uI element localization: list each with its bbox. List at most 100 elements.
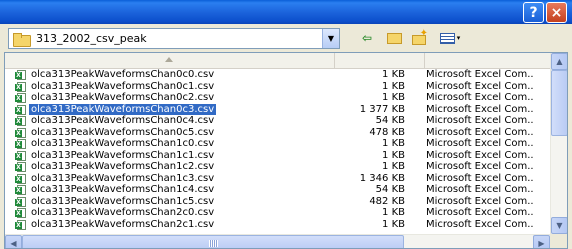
- file-type: Microsoft Excel Com..: [426, 195, 534, 207]
- file-size: 1 KB: [382, 138, 405, 149]
- file-name: olca313PeakWaveformsChan1c5.csv: [31, 195, 215, 207]
- file-name: olca313PeakWaveformsChan1c3.csv: [31, 172, 215, 184]
- file-row[interactable]: Xolca313PeakWaveformsChan1c5.csv 482 KB Mi…: [5, 196, 550, 208]
- file-row[interactable]: Xolca313PeakWaveformsChan1c1.csv 1 KB Micr…: [5, 150, 550, 162]
- excel-csv-icon: X: [15, 185, 26, 195]
- file-name: olca313PeakWaveformsChan0c0.csv: [31, 69, 215, 80]
- file-name: olca313PeakWaveformsChan1c0.csv: [31, 138, 215, 149]
- file-size: 1 KB: [382, 161, 405, 172]
- file-type: Microsoft Excel Com..: [426, 184, 534, 195]
- close-button[interactable]: ×: [546, 2, 567, 23]
- column-size-header[interactable]: [335, 53, 425, 68]
- file-type: Microsoft Excel Com..: [426, 103, 534, 115]
- file-size: 54 KB: [375, 184, 405, 195]
- file-row[interactable]: Xolca313PeakWaveformsChan0c1.csv 1 KB Micr…: [5, 81, 550, 93]
- file-type: Microsoft Excel Com..: [426, 149, 534, 161]
- file-row[interactable]: Xolca313PeakWaveformsChan1c4.csv 54 KB Mic…: [5, 184, 550, 196]
- file-row[interactable]: Xolca313PeakWaveformsChan0c0.csv 1 KB Micr…: [5, 69, 550, 81]
- scroll-up-button[interactable]: ▲: [551, 53, 567, 70]
- excel-csv-icon: X: [15, 127, 26, 138]
- file-name: olca313PeakWaveformsChan1c1.csv: [31, 149, 215, 161]
- file-type: Microsoft Excel Com..: [426, 172, 534, 184]
- file-row[interactable]: Xolca313PeakWaveformsChan1c0.csv 1 KB Micr…: [5, 138, 550, 150]
- file-type: Microsoft Excel Com..: [426, 115, 534, 126]
- views-menu-button[interactable]: ▾: [436, 30, 464, 46]
- grip-icon: [209, 240, 218, 247]
- file-size: 1 KB: [382, 69, 405, 80]
- excel-csv-icon: X: [15, 162, 26, 172]
- file-type: Microsoft Excel Com..: [426, 80, 534, 92]
- horizontal-scrollbar[interactable]: ◀ ▶: [5, 234, 550, 248]
- scroll-left-button[interactable]: ◀: [5, 235, 22, 248]
- look-in-dropdown-button[interactable]: ▼: [322, 29, 339, 48]
- file-name: olca313PeakWaveformsChan0c1.csv: [31, 80, 215, 92]
- horizontal-scroll-thumb[interactable]: [22, 235, 404, 248]
- file-name: olca313PeakWaveformsChan0c3.csv: [29, 103, 217, 115]
- file-type: Microsoft Excel Com..: [426, 218, 534, 230]
- file-row[interactable]: Xolca313PeakWaveformsChan0c3.csv 1 377 KB…: [5, 103, 550, 115]
- look-in-combobox[interactable]: 313_2002_csv_peak ▼: [8, 28, 340, 49]
- file-size: 1 377 KB: [359, 103, 405, 115]
- file-name: olca313PeakWaveformsChan1c2.csv: [31, 161, 215, 172]
- excel-csv-icon: X: [15, 150, 26, 161]
- back-arrow-icon: ⇦: [361, 31, 373, 45]
- excel-csv-icon: X: [15, 81, 26, 92]
- look-in-value: 313_2002_csv_peak: [36, 32, 147, 45]
- folder-icon: [13, 32, 31, 47]
- file-size: 1 346 KB: [359, 172, 405, 184]
- file-size: 1 KB: [382, 149, 405, 161]
- file-type: Microsoft Excel Com..: [426, 126, 534, 138]
- file-type: Microsoft Excel Com..: [426, 92, 534, 103]
- excel-csv-icon: X: [15, 196, 26, 207]
- file-type: Microsoft Excel Com..: [426, 69, 534, 80]
- scrollbar-corner: [550, 234, 567, 248]
- column-header: [5, 53, 550, 69]
- scroll-down-button[interactable]: ▼: [551, 217, 567, 234]
- help-button[interactable]: ?: [523, 2, 544, 23]
- new-folder-button[interactable]: ✦: [410, 28, 428, 46]
- file-list: Xolca313PeakWaveformsChan0c0.csv 1 KB Micr…: [4, 52, 568, 249]
- file-name: olca313PeakWaveformsChan1c4.csv: [31, 184, 215, 195]
- file-rows: Xolca313PeakWaveformsChan0c0.csv 1 KB Micr…: [5, 69, 550, 230]
- sort-ascending-icon: [165, 57, 173, 62]
- back-button[interactable]: ⇦: [356, 30, 378, 46]
- file-name: olca313PeakWaveformsChan0c2.csv: [31, 92, 215, 103]
- file-size: 1 KB: [382, 218, 405, 230]
- file-type: Microsoft Excel Com..: [426, 161, 534, 172]
- excel-csv-icon: X: [15, 70, 26, 80]
- file-row[interactable]: Xolca313PeakWaveformsChan2c1.csv 1 KB Micr…: [5, 219, 550, 231]
- file-size: 1 KB: [382, 80, 405, 92]
- vertical-scrollbar[interactable]: ▲ ▼: [550, 53, 567, 234]
- up-one-level-button[interactable]: [386, 30, 402, 46]
- title-bar: ? ×: [0, 0, 572, 24]
- toolbar: 313_2002_csv_peak ▼ ⇦ ✦ ▾: [0, 24, 572, 52]
- file-name: olca313PeakWaveformsChan0c4.csv: [31, 115, 215, 126]
- file-row[interactable]: Xolca313PeakWaveformsChan0c4.csv 54 KB Mic…: [5, 115, 550, 127]
- scroll-right-button[interactable]: ▶: [533, 235, 550, 248]
- file-row[interactable]: Xolca313PeakWaveformsChan2c0.csv 1 KB Micr…: [5, 207, 550, 219]
- excel-csv-icon: X: [15, 116, 26, 126]
- chevron-down-icon: ▾: [456, 34, 461, 42]
- file-size: 1 KB: [382, 207, 405, 218]
- file-row[interactable]: Xolca313PeakWaveformsChan0c5.csv 478 KB Mi…: [5, 127, 550, 139]
- file-size: 54 KB: [375, 115, 405, 126]
- file-size: 478 KB: [369, 126, 405, 138]
- excel-csv-icon: X: [15, 219, 26, 230]
- file-name: olca313PeakWaveformsChan2c1.csv: [31, 218, 215, 230]
- file-row[interactable]: Xolca313PeakWaveformsChan1c3.csv 1 346 KB…: [5, 173, 550, 185]
- file-type: Microsoft Excel Com..: [426, 207, 534, 218]
- file-name: olca313PeakWaveformsChan2c0.csv: [31, 207, 215, 218]
- file-size: 482 KB: [369, 195, 405, 207]
- file-row[interactable]: Xolca313PeakWaveformsChan1c2.csv 1 KB Micr…: [5, 161, 550, 173]
- details-view-icon: [439, 32, 455, 44]
- vertical-scroll-thumb[interactable]: [551, 70, 567, 136]
- file-row[interactable]: Xolca313PeakWaveformsChan0c2.csv 1 KB Micr…: [5, 92, 550, 104]
- excel-csv-icon: X: [15, 93, 26, 103]
- file-type: Microsoft Excel Com..: [426, 138, 534, 149]
- column-name-header[interactable]: [5, 53, 335, 68]
- up-folder-icon: [386, 32, 402, 44]
- column-type-header[interactable]: [425, 53, 550, 68]
- sparkle-icon: ✦: [419, 28, 428, 39]
- file-name: olca313PeakWaveformsChan0c5.csv: [31, 126, 215, 138]
- excel-csv-icon: X: [15, 104, 26, 115]
